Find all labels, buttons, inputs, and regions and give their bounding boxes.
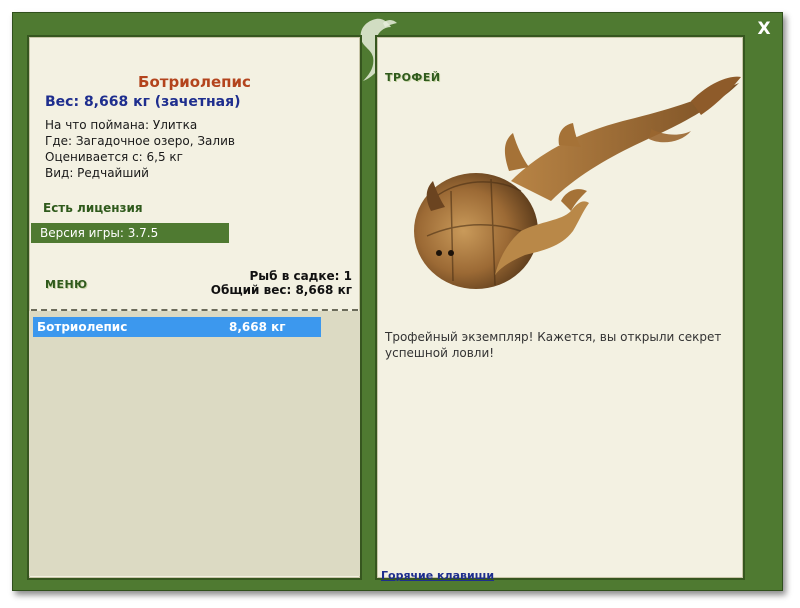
menu-button[interactable]: МЕНЮ <box>45 278 88 291</box>
list-item[interactable]: Ботриолепис 8,668 кг <box>33 317 321 337</box>
net-fish-list: Ботриолепис 8,668 кг <box>29 311 360 576</box>
catch-window: X Ботриолепис Вес: 8,668 кг (зачетная) Н… <box>12 12 783 591</box>
trophy-title: ТРОФЕЙ <box>385 71 441 84</box>
hotkeys-link[interactable]: Горячие клавиши <box>381 569 494 582</box>
trophy-panel: ТРОФЕЙ Трофейный экземпляр! Кажется, вы … <box>375 35 745 582</box>
net-stats: Рыб в садке: 1 Общий вес: 8,668 кг <box>211 269 352 297</box>
fish-info-panel: Ботриолепис Вес: 8,668 кг (зачетная) На … <box>27 35 362 580</box>
rated-from-line: Оценивается с: 6,5 кг <box>45 150 183 164</box>
list-item-weight: 8,668 кг <box>229 320 286 334</box>
species-line: Вид: Редчайший <box>45 166 149 180</box>
fish-image <box>414 76 741 289</box>
net-total-weight: Общий вес: 8,668 кг <box>210 283 352 297</box>
fish-details: На что поймана: Улитка Где: Загадочное о… <box>45 117 235 181</box>
list-item-name: Ботриолепис <box>37 320 128 334</box>
location-line: Где: Загадочное озеро, Залив <box>45 134 235 148</box>
close-button[interactable]: X <box>754 19 774 39</box>
net-count: Рыб в садке: 1 <box>249 269 353 283</box>
fish-weight: Вес: 8,668 кг (зачетная) <box>45 94 241 110</box>
bait-line: На что поймана: Улитка <box>45 118 198 132</box>
trophy-message: Трофейный экземпляр! Кажется, вы открыли… <box>385 330 722 360</box>
license-status: Есть лицензия <box>43 201 143 215</box>
fish-name: Ботриолепис <box>138 73 251 91</box>
game-version: Версия игры: 3.7.5 <box>31 223 229 243</box>
